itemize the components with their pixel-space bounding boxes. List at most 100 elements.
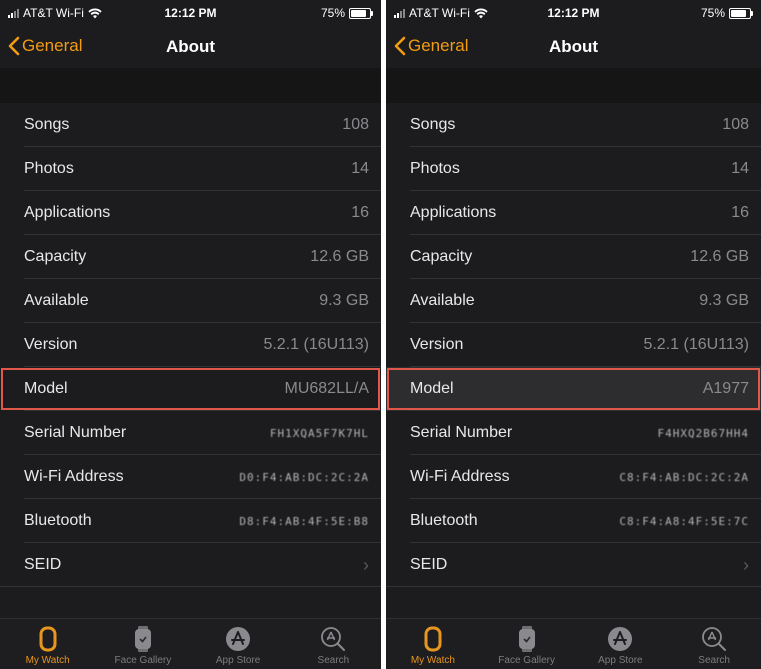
about-screen-right: AT&T Wi-Fi 12:12 PM 75% General About So…: [386, 0, 761, 669]
row-label: SEID: [410, 556, 448, 573]
row-label: Capacity: [410, 248, 473, 265]
tab-label: Search: [317, 655, 350, 666]
row-label: Wi-Fi Address: [410, 468, 510, 485]
nav-bar: General About: [0, 26, 381, 68]
row-applications: Applications 16: [0, 191, 381, 235]
tab-search[interactable]: Search: [286, 619, 381, 669]
row-value: 108: [342, 116, 369, 133]
tab-bar: My Watch Face Gallery App Store Search: [386, 618, 761, 669]
row-photos: Photos 14: [386, 147, 761, 191]
row-value-obscured: FH1XQA5F7K7HL: [269, 426, 369, 440]
tab-bar: My Watch Face Gallery App Store Search: [0, 618, 381, 669]
status-bar: AT&T Wi-Fi 12:12 PM 75%: [0, 0, 381, 26]
row-capacity: Capacity 12.6 GB: [0, 235, 381, 279]
row-label: Applications: [24, 204, 111, 221]
row-label: Capacity: [24, 248, 87, 265]
tab-search[interactable]: Search: [667, 619, 761, 669]
row-capacity: Capacity 12.6 GB: [386, 235, 761, 279]
row-label: Bluetooth: [24, 512, 92, 529]
back-button[interactable]: General: [8, 36, 82, 56]
row-value: 5.2.1 (16U113): [643, 336, 749, 353]
row-value: 5.2.1 (16U113): [263, 336, 369, 353]
row-value: 16: [351, 204, 369, 221]
app-store-icon: [607, 625, 633, 653]
tab-my-watch[interactable]: My Watch: [0, 619, 95, 669]
tab-face-gallery[interactable]: Face Gallery: [480, 619, 574, 669]
chevron-right-icon: ›: [743, 554, 749, 575]
row-songs: Songs 108: [386, 103, 761, 147]
row-label: Photos: [24, 160, 74, 177]
about-list: Songs 108 Photos 14 Applications 16 Capacit…: [386, 103, 761, 587]
row-value: 9.3 GB: [319, 292, 369, 309]
row-wifi-address: Wi-Fi Address C8:F4:AB:DC:2C:2A: [386, 455, 761, 499]
row-value: 12.6 GB: [310, 248, 369, 265]
row-value-obscured: F4HXQ2B67HH4: [657, 426, 749, 440]
about-screen-left: AT&T Wi-Fi 12:12 PM 75% General About So…: [0, 0, 381, 669]
row-bluetooth: Bluetooth D8:F4:AB:4F:5E:B8: [0, 499, 381, 543]
row-applications: Applications 16: [386, 191, 761, 235]
row-available: Available 9.3 GB: [386, 279, 761, 323]
row-serial-number: Serial Number FH1XQA5F7K7HL: [0, 411, 381, 455]
app-store-icon: [225, 625, 251, 653]
about-list: Songs 108 Photos 14 Applications 16 Capacit…: [0, 103, 381, 587]
row-label: Wi-Fi Address: [24, 468, 124, 485]
row-value: MU682LL/A: [284, 380, 370, 397]
tab-app-store[interactable]: App Store: [191, 619, 286, 669]
tab-label: My Watch: [25, 655, 70, 666]
battery-icon: [729, 7, 753, 19]
row-label: Photos: [410, 160, 460, 177]
row-label: Songs: [410, 116, 456, 133]
row-photos: Photos 14: [0, 147, 381, 191]
watch-icon: [35, 625, 61, 653]
row-seid[interactable]: SEID ›: [0, 543, 381, 587]
row-model[interactable]: Model A1977: [386, 367, 761, 411]
tab-label: My Watch: [410, 655, 455, 666]
row-label: Version: [410, 336, 464, 353]
tab-label: Face Gallery: [498, 655, 555, 666]
status-bar: AT&T Wi-Fi 12:12 PM 75%: [386, 0, 761, 26]
battery-icon: [349, 7, 373, 19]
tab-my-watch[interactable]: My Watch: [386, 619, 480, 669]
row-label: Model: [410, 380, 454, 397]
row-label: Applications: [410, 204, 497, 221]
row-available: Available 9.3 GB: [0, 279, 381, 323]
search-icon: [701, 625, 727, 653]
row-version: Version 5.2.1 (16U113): [386, 323, 761, 367]
row-value: 108: [722, 116, 749, 133]
back-button[interactable]: General: [394, 36, 468, 56]
row-label: Available: [24, 292, 89, 309]
battery-percent: 75%: [320, 6, 345, 20]
row-value: A1977: [702, 380, 749, 397]
tab-label: Search: [698, 655, 730, 666]
row-bluetooth: Bluetooth C8:F4:A8:4F:5E:7C: [386, 499, 761, 543]
tab-label: App Store: [215, 655, 261, 666]
row-value: 12.6 GB: [690, 248, 749, 265]
row-value-obscured: D8:F4:AB:4F:5E:B8: [239, 514, 369, 528]
row-label: Version: [24, 336, 78, 353]
row-value: 9.3 GB: [699, 292, 749, 309]
chevron-left-icon: [394, 36, 406, 56]
face-gallery-icon: [514, 625, 540, 653]
row-wifi-address: Wi-Fi Address D0:F4:AB:DC:2C:2A: [0, 455, 381, 499]
row-serial-number: Serial Number F4HXQ2B67HH4: [386, 411, 761, 455]
row-label: Serial Number: [410, 424, 513, 441]
back-label: General: [22, 36, 83, 55]
row-label: Serial Number: [24, 424, 127, 441]
row-value-obscured: D0:F4:AB:DC:2C:2A: [239, 470, 369, 484]
chevron-right-icon: ›: [363, 554, 369, 575]
search-icon: [320, 625, 346, 653]
row-seid[interactable]: SEID ›: [386, 543, 761, 587]
row-songs: Songs 108: [0, 103, 381, 147]
row-label: Songs: [24, 116, 70, 133]
row-value-obscured: C8:F4:A8:4F:5E:7C: [619, 514, 749, 528]
row-label: Model: [24, 380, 68, 397]
battery-percent: 75%: [700, 6, 725, 20]
row-version: Version 5.2.1 (16U113): [0, 323, 381, 367]
tab-app-store[interactable]: App Store: [574, 619, 668, 669]
row-model[interactable]: Model MU682LL/A: [0, 367, 381, 411]
tab-face-gallery[interactable]: Face Gallery: [95, 619, 190, 669]
row-value: 14: [731, 160, 749, 177]
row-value: 14: [351, 160, 369, 177]
watch-icon: [420, 625, 446, 653]
face-gallery-icon: [130, 625, 156, 653]
